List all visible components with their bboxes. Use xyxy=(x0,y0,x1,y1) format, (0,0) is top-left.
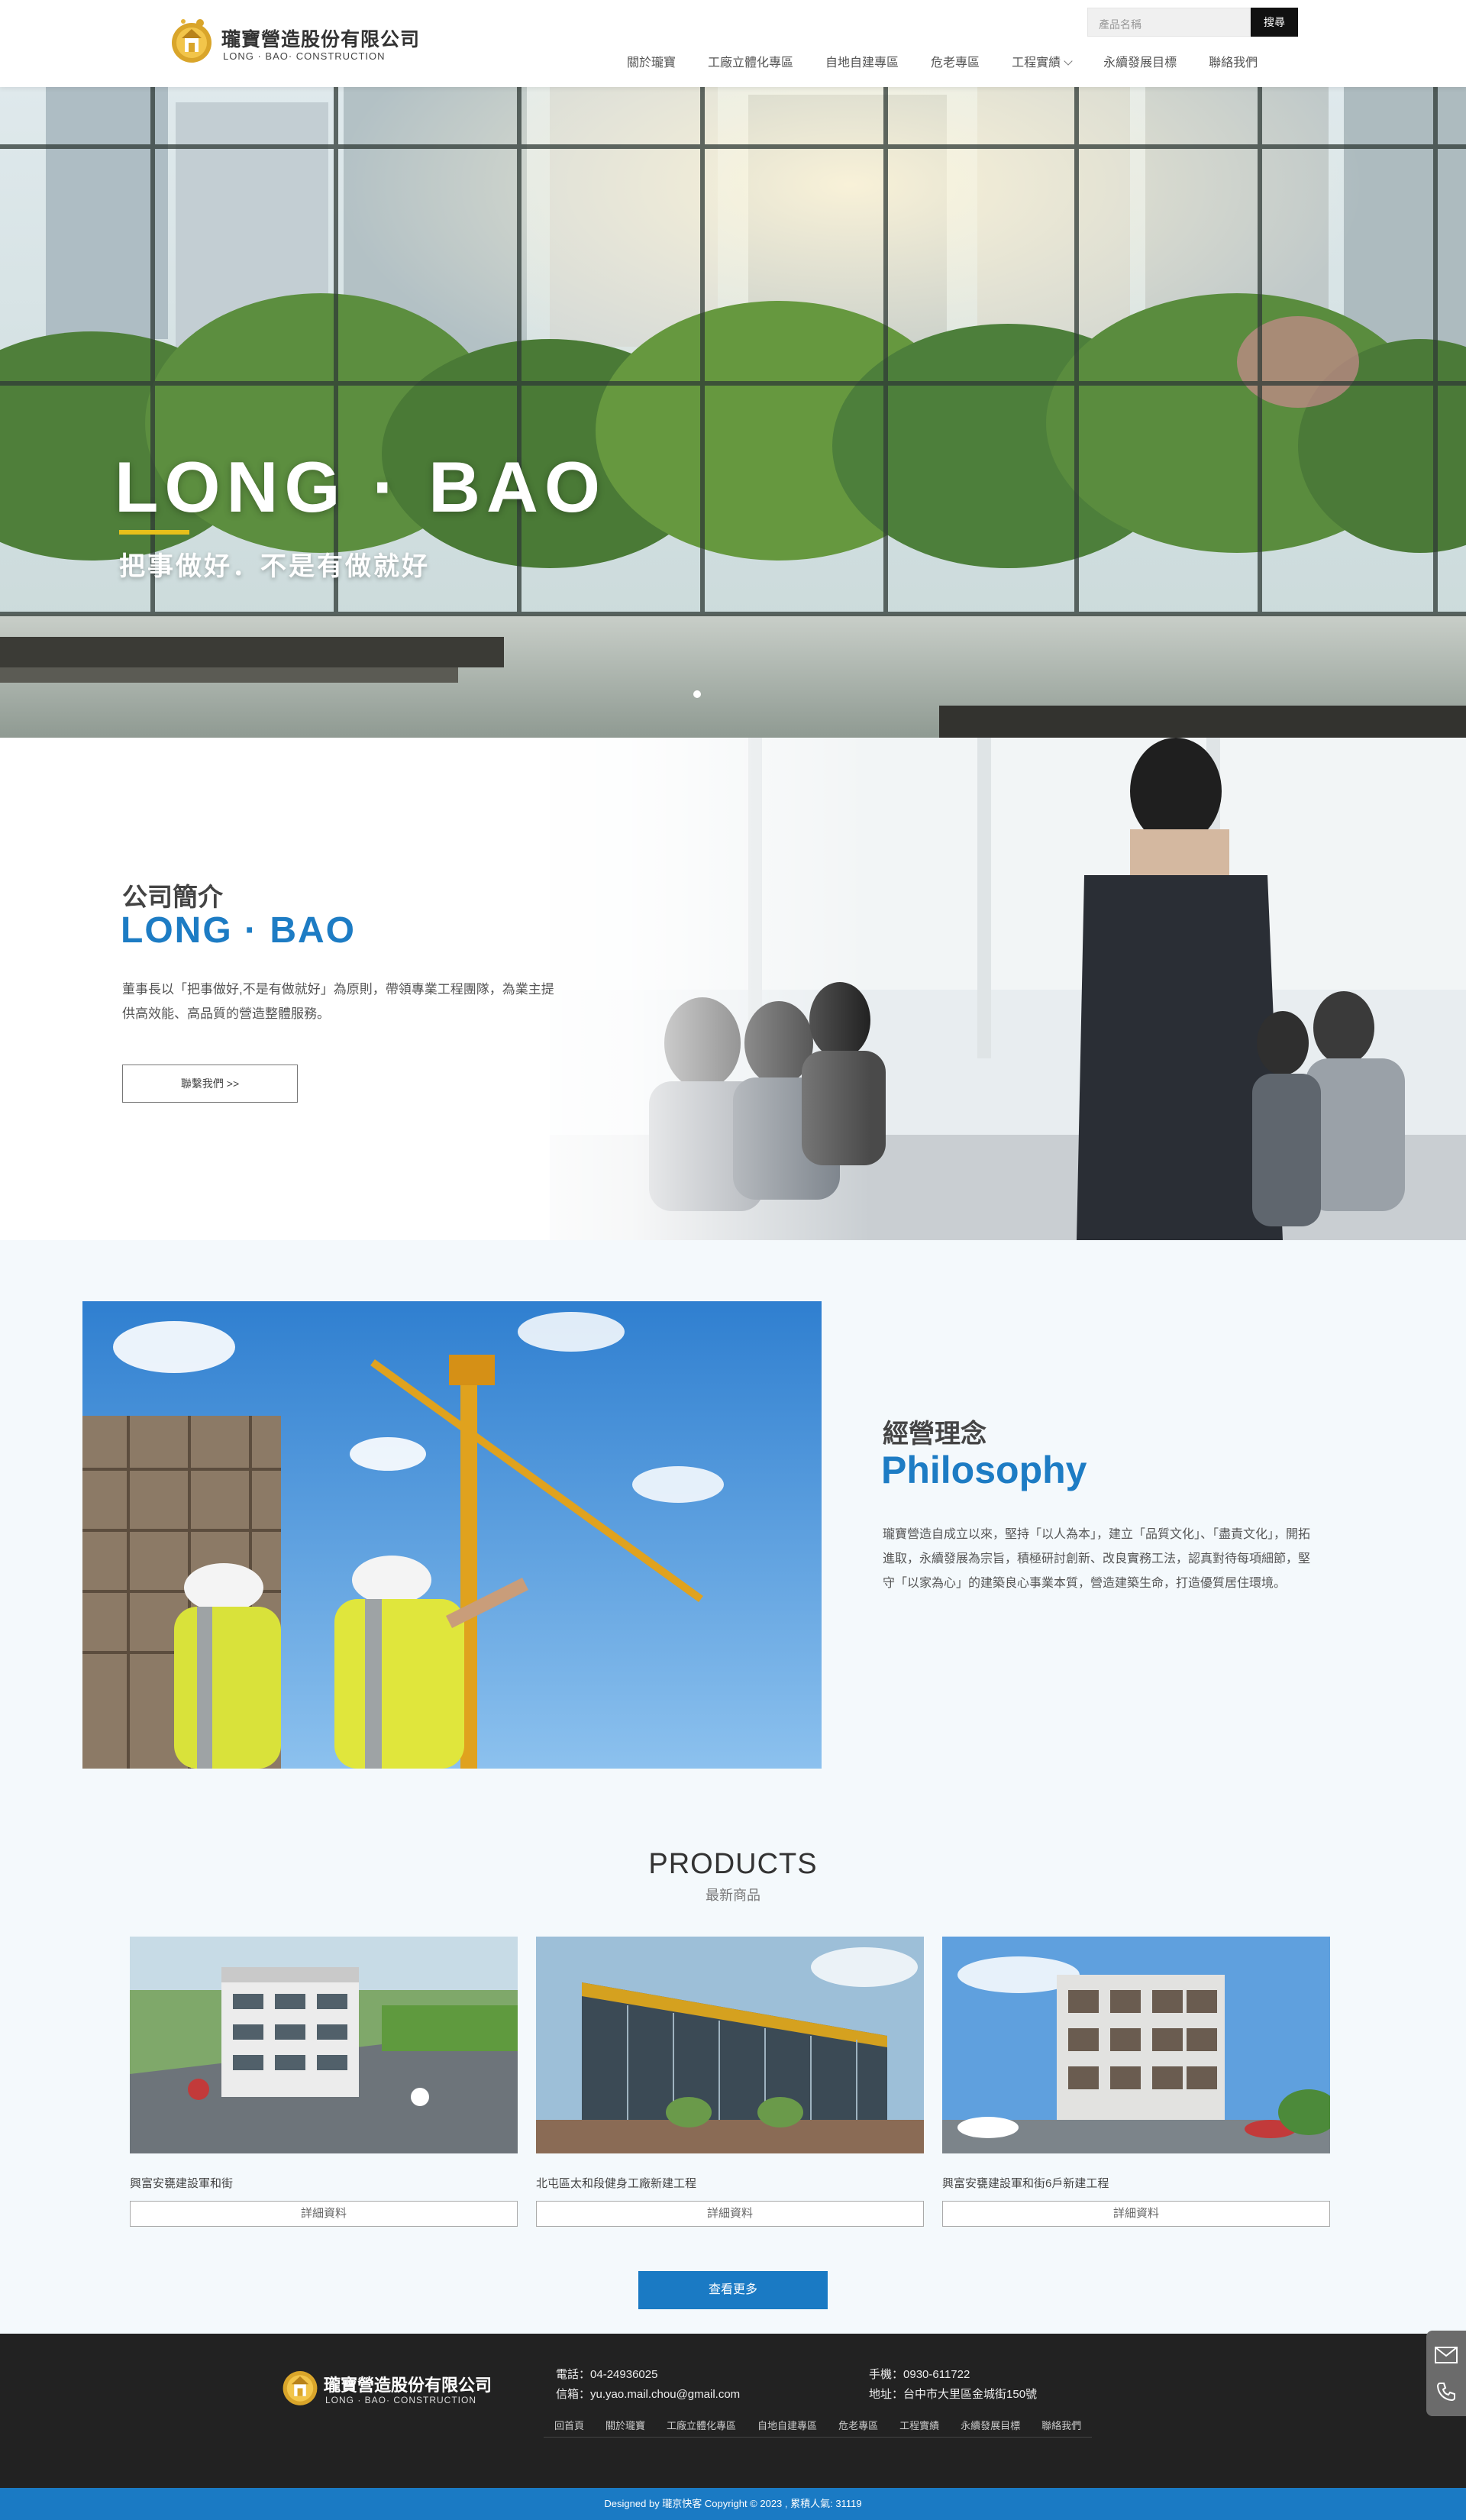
floating-contact-tools xyxy=(1426,2331,1466,2416)
logo-emblem-icon xyxy=(172,19,212,63)
footer-email: 信箱：yu.yao.mail.chou@gmail.com xyxy=(556,2386,740,2402)
intro-text: 董事長以「把事做好,不是有做就好」為原則，帶領專業工程團隊，為業主提供高效能、高… xyxy=(122,982,554,1021)
company-intro-section: 公司簡介 LONG · BAO 董事長以「把事做好,不是有做就好」為原則，帶領專… xyxy=(0,738,1466,1240)
search-button[interactable]: 搜尋 xyxy=(1251,8,1298,37)
hero-image xyxy=(0,87,1466,738)
main-nav: 關於瓏寶 工廠立體化專區 自地自建專區 危老專區 工程實績 永續發展目標 聯絡我… xyxy=(611,52,1274,75)
product-name[interactable]: 北屯區太和段健身工廠新建工程 xyxy=(536,2175,696,2191)
construction-workers-image xyxy=(82,1301,822,1769)
copyright-bar: Designed by 瓏京快客 Copyright © 2023 , 累積人氣… xyxy=(0,2488,1466,2520)
product-card[interactable]: 興富安甕建設軍和街6戶新建工程 詳細資料 xyxy=(942,1937,1330,2242)
footer-email-label: 信箱： xyxy=(556,2388,591,2401)
chevron-down-icon xyxy=(1064,57,1073,66)
mail-icon[interactable] xyxy=(1432,2341,1460,2369)
footer-mobile-value[interactable]: 0930-611722 xyxy=(903,2368,970,2381)
product-image xyxy=(942,1937,1330,2153)
nav-item-about[interactable]: 關於瓏寶 xyxy=(611,52,692,75)
footer-nav-self-build[interactable]: 自地自建專區 xyxy=(747,2418,828,2438)
carousel-dots xyxy=(693,690,701,698)
intro-heading: 公司簡介 xyxy=(122,883,223,911)
footer-address: 地址：台中市大里區金城街150號 xyxy=(869,2386,1037,2402)
philosophy-heading-en: Philosophy xyxy=(881,1449,1087,1491)
product-name[interactable]: 興富安甕建設軍和街6戶新建工程 xyxy=(942,2175,1109,2191)
footer-nav-factory[interactable]: 工廠立體化專區 xyxy=(656,2418,748,2438)
nav-item-projects[interactable]: 工程實績 xyxy=(996,52,1087,75)
footer-nav-urban-renewal[interactable]: 危老專區 xyxy=(828,2418,890,2438)
philosophy-heading: 經營理念 xyxy=(883,1420,986,1449)
philosophy-section: 經營理念 Philosophy 瓏寶營造自成立以來，堅持「以人為本」，建立「品質… xyxy=(0,1240,1466,1821)
product-card[interactable]: 北屯區太和段健身工廠新建工程 詳細資料 xyxy=(536,1937,924,2242)
site-footer: 瓏寶營造股份有限公司 LONG · BAO· CONSTRUCTION 電話：0… xyxy=(0,2334,1466,2488)
footer-logo-subtitle: LONG · BAO· CONSTRUCTION xyxy=(325,2395,477,2405)
nav-item-sustainability[interactable]: 永續發展目標 xyxy=(1087,52,1193,75)
logo-name: 瓏寶營造股份有限公司 xyxy=(221,28,421,50)
footer-logo-name: 瓏寶營造股份有限公司 xyxy=(324,2376,492,2396)
nav-item-factory[interactable]: 工廠立體化專區 xyxy=(692,52,809,75)
product-image xyxy=(130,1937,518,2153)
products-subtitle: 最新商品 xyxy=(706,1888,760,1903)
footer-mobile-label: 手機： xyxy=(869,2368,904,2381)
phone-icon[interactable] xyxy=(1432,2378,1460,2405)
intro-heading-en: LONG · BAO xyxy=(121,910,356,951)
carousel-dot-1[interactable] xyxy=(693,690,701,698)
footer-phone-label: 電話： xyxy=(556,2368,591,2381)
site-logo[interactable]: 瓏寶營造股份有限公司 LONG · BAO· CONSTRUCTION xyxy=(170,15,429,66)
footer-nav-projects[interactable]: 工程實績 xyxy=(889,2418,951,2438)
footer-mobile: 手機：0930-611722 xyxy=(869,2366,970,2382)
philosophy-text: 瓏寶營造自成立以來，堅持「以人為本」，建立「品質文化」、「盡責文化」，開拓進取，… xyxy=(883,1528,1311,1590)
site-header: 瓏寶營造股份有限公司 LONG · BAO· CONSTRUCTION 產品名稱… xyxy=(0,0,1466,87)
footer-address-label: 地址： xyxy=(869,2388,904,2401)
footer-nav-contact[interactable]: 聯絡我們 xyxy=(1031,2418,1093,2438)
footer-phone: 電話：04-24936025 xyxy=(556,2366,657,2382)
hero-subtitle: 把事做好．不是有做就好 xyxy=(119,552,430,581)
logo-subtitle: LONG · BAO· CONSTRUCTION xyxy=(223,50,386,62)
footer-nav: 回首頁 關於瓏寶 工廠立體化專區 自地自建專區 危老專區 工程實績 永續發展目標… xyxy=(544,2418,1093,2438)
hero-title: LONG · BAO xyxy=(115,447,606,527)
footer-nav-sustainability[interactable]: 永續發展目標 xyxy=(950,2418,1032,2438)
footer-nav-about[interactable]: 關於瓏寶 xyxy=(595,2418,657,2438)
nav-item-projects-label: 工程實績 xyxy=(1012,57,1061,69)
product-card[interactable]: 興富安甕建設軍和街 詳細資料 xyxy=(130,1937,518,2242)
product-details-button[interactable]: 詳細資料 xyxy=(536,2201,924,2227)
nav-item-contact[interactable]: 聯絡我們 xyxy=(1193,52,1274,75)
hero-accent-line xyxy=(119,530,189,535)
hero-banner: LONG · BAO 把事做好．不是有做就好 xyxy=(0,87,1466,738)
logo-emblem-icon xyxy=(283,2371,318,2405)
footer-email-value[interactable]: yu.yao.mail.chou@gmail.com xyxy=(590,2388,740,2401)
footer-logo[interactable]: 瓏寶營造股份有限公司 LONG · BAO· CONSTRUCTION xyxy=(281,2364,510,2410)
nav-item-urban-renewal[interactable]: 危老專區 xyxy=(915,52,996,75)
contact-us-button[interactable]: 聯繫我們 >> xyxy=(122,1065,298,1103)
products-section: PRODUCTS 最新商品 興富安甕建設軍和街 詳細資料 北屯區太和段健身工廠新… xyxy=(0,1821,1466,2334)
product-details-button[interactable]: 詳細資料 xyxy=(130,2201,518,2227)
product-name[interactable]: 興富安甕建設軍和街 xyxy=(130,2175,233,2191)
product-details-button[interactable]: 詳細資料 xyxy=(942,2201,1330,2227)
product-image xyxy=(536,1937,924,2153)
products-title: PRODUCTS xyxy=(648,1848,818,1880)
nav-item-self-build[interactable]: 自地自建專區 xyxy=(809,52,915,75)
view-more-button[interactable]: 查看更多 xyxy=(638,2271,828,2309)
search-input[interactable]: 產品名稱 xyxy=(1087,8,1251,37)
footer-nav-home[interactable]: 回首頁 xyxy=(544,2418,596,2438)
footer-phone-value[interactable]: 04-24936025 xyxy=(590,2368,657,2381)
footer-address-value: 台中市大里區金城街150號 xyxy=(903,2388,1038,2401)
